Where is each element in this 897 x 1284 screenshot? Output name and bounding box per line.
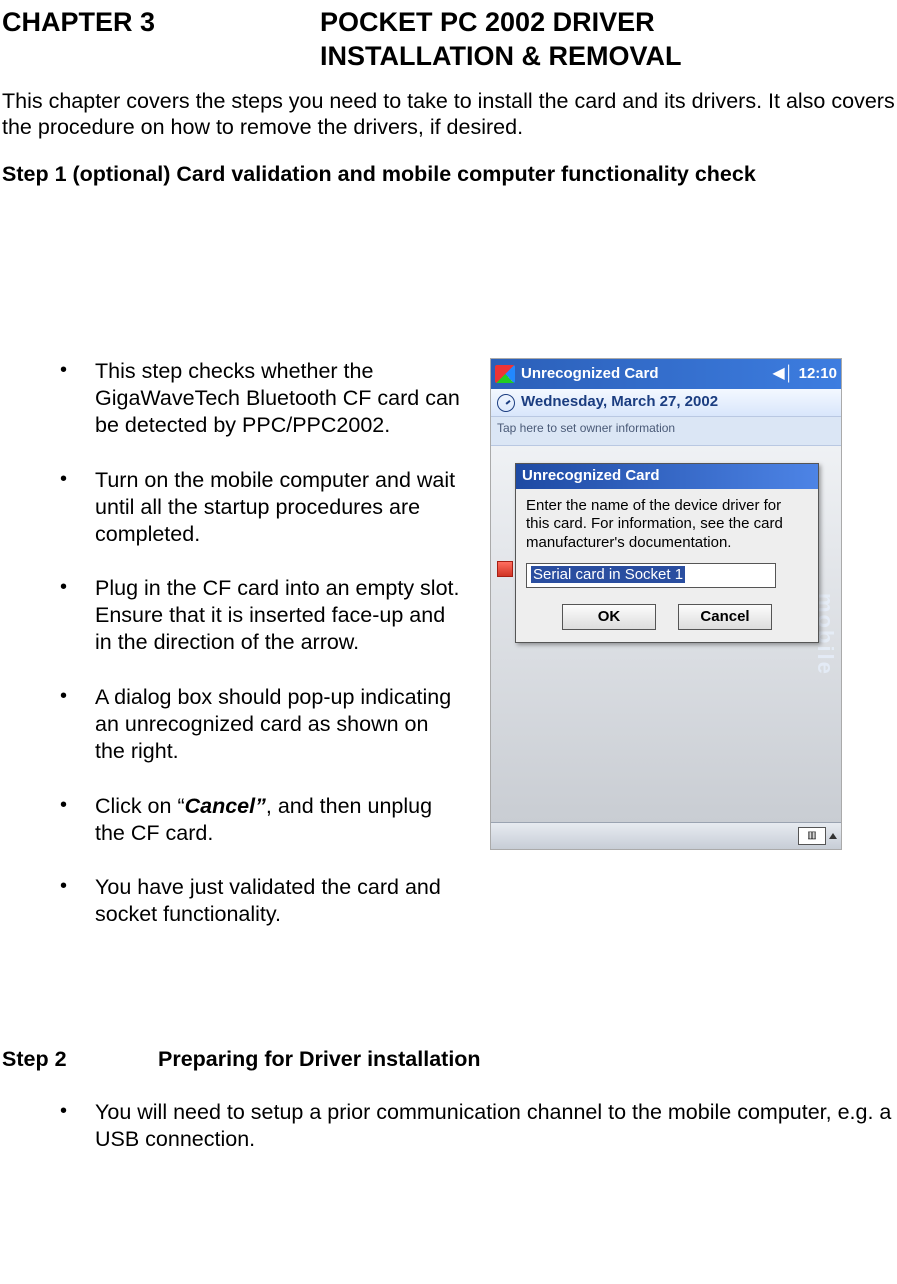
bullet-prefix: Click on “ — [95, 794, 185, 818]
driver-name-input[interactable]: Serial card in Socket 1 — [526, 563, 776, 588]
chapter-label: CHAPTER 3 — [2, 6, 320, 74]
body-watermark: mobile — [817, 477, 839, 792]
pocketpc-topbar: Unrecognized Card ◀￨ 12:10 — [491, 359, 841, 389]
keyboard-icon[interactable]: ▥ — [798, 827, 826, 845]
datebar-text: Wednesday, March 27, 2002 — [521, 393, 718, 412]
driver-name-value: Serial card in Socket 1 — [531, 566, 685, 583]
step2-title: Preparing for Driver installation — [158, 1047, 481, 1071]
chapter-header: CHAPTER 3 POCKET PC 2002 DRIVER INSTALLA… — [2, 6, 895, 74]
document-page: CHAPTER 3 POCKET PC 2002 DRIVER INSTALLA… — [0, 0, 897, 1173]
bullet-item: You will need to setup a prior communica… — [60, 1099, 895, 1153]
chapter-title: POCKET PC 2002 DRIVER INSTALLATION & REM… — [320, 6, 895, 74]
bullet-item: Click on “Cancel”, and then unplug the C… — [60, 793, 460, 847]
step2-label: Step 2 — [2, 1046, 152, 1073]
speaker-icon[interactable]: ◀￨ — [772, 364, 792, 384]
alert-square-icon — [497, 561, 513, 577]
step1-content: This step checks whether the GigaWaveTec… — [2, 358, 895, 956]
pocketpc-frame: Unrecognized Card ◀￨ 12:10 Wednesday, Ma… — [490, 358, 842, 850]
dialog-body: Enter the name of the device driver for … — [516, 489, 818, 602]
sip-arrow-icon[interactable] — [829, 833, 837, 839]
owner-info-strip[interactable]: Tap here to set owner information — [491, 417, 841, 446]
clock-icon — [497, 394, 515, 412]
chapter-title-line2: INSTALLATION & REMOVAL — [320, 41, 681, 71]
dialog-titlebar: Unrecognized Card — [516, 464, 818, 489]
pocketpc-screenshot-wrapper: Unrecognized Card ◀￨ 12:10 Wednesday, Ma… — [480, 358, 852, 956]
topbar-title: Unrecognized Card — [521, 365, 766, 384]
step2-heading: Step 2 Preparing for Driver installation — [2, 1046, 895, 1073]
step2-section: Step 2 Preparing for Driver installation… — [2, 1046, 895, 1153]
bullet-item: Turn on the mobile computer and wait unt… — [60, 467, 460, 548]
cancel-button[interactable]: Cancel — [678, 604, 772, 631]
pocketpc-bottombar: ▥ — [491, 822, 841, 849]
ok-button[interactable]: OK — [562, 604, 656, 631]
bullet-emphasis: Cancel” — [185, 794, 266, 818]
bullet-item: You have just validated the card and soc… — [60, 874, 460, 928]
pocketpc-body: Tap here to set owner information mobile… — [491, 417, 841, 822]
dialog-message: Enter the name of the device driver for … — [526, 497, 808, 553]
pocketpc-datebar: Wednesday, March 27, 2002 — [491, 389, 841, 417]
step2-bullets: You will need to setup a prior communica… — [2, 1099, 895, 1153]
dialog-button-row: OK Cancel — [516, 602, 818, 643]
intro-paragraph: This chapter covers the steps you need t… — [2, 88, 895, 142]
unrecognized-card-dialog: Unrecognized Card Enter the name of the … — [515, 463, 819, 644]
topbar-clock: 12:10 — [799, 365, 837, 384]
windows-flag-icon[interactable] — [495, 365, 515, 383]
step1-heading: Step 1 (optional) Card validation and mo… — [2, 161, 895, 188]
bullet-item: This step checks whether the GigaWaveTec… — [60, 358, 460, 439]
chapter-title-line1: POCKET PC 2002 DRIVER — [320, 7, 655, 37]
step1-bullets: This step checks whether the GigaWaveTec… — [2, 358, 460, 956]
bullet-item: A dialog box should pop-up indicating an… — [60, 684, 460, 765]
bullet-item: Plug in the CF card into an empty slot. … — [60, 575, 460, 656]
